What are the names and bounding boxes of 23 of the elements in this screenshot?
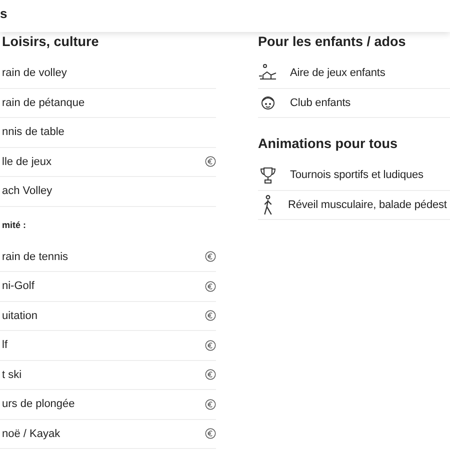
page-title: s	[0, 6, 8, 20]
amenity-label: rain de volley	[2, 67, 67, 80]
amenity-label: ach Volley	[2, 185, 52, 198]
amenity-label: rain de tennis	[2, 250, 68, 263]
activity-label: Club enfants	[290, 96, 351, 109]
activity-label: Aire de jeux enfants	[290, 67, 386, 80]
section-title: Pour les enfants / ados	[258, 33, 407, 51]
amenity-label: rain de pétanque	[2, 96, 85, 109]
subsection-title: mité :	[1, 218, 28, 232]
trophy-icon	[258, 165, 278, 186]
section-title: Loisirs, culture	[1, 33, 100, 51]
amenity-label: t ski	[2, 368, 22, 381]
walking-person-icon	[264, 194, 272, 215]
amenity-label: noë / Kayak	[2, 428, 60, 440]
amenity-label: urs de plongée	[2, 398, 75, 410]
amenity-label: nnis de table	[2, 126, 64, 138]
activity-label: Réveil musculaire, balade pédest	[288, 198, 447, 211]
amenity-label: ni-Golf	[2, 280, 34, 292]
amenity-label: uitation	[2, 310, 38, 322]
amenity-label: lle de jeux	[2, 156, 52, 168]
activity-label: Tournois sportifs et ludiques	[290, 169, 424, 182]
amenity-label: lf	[2, 339, 8, 352]
section-title: Animations pour tous	[258, 135, 398, 153]
